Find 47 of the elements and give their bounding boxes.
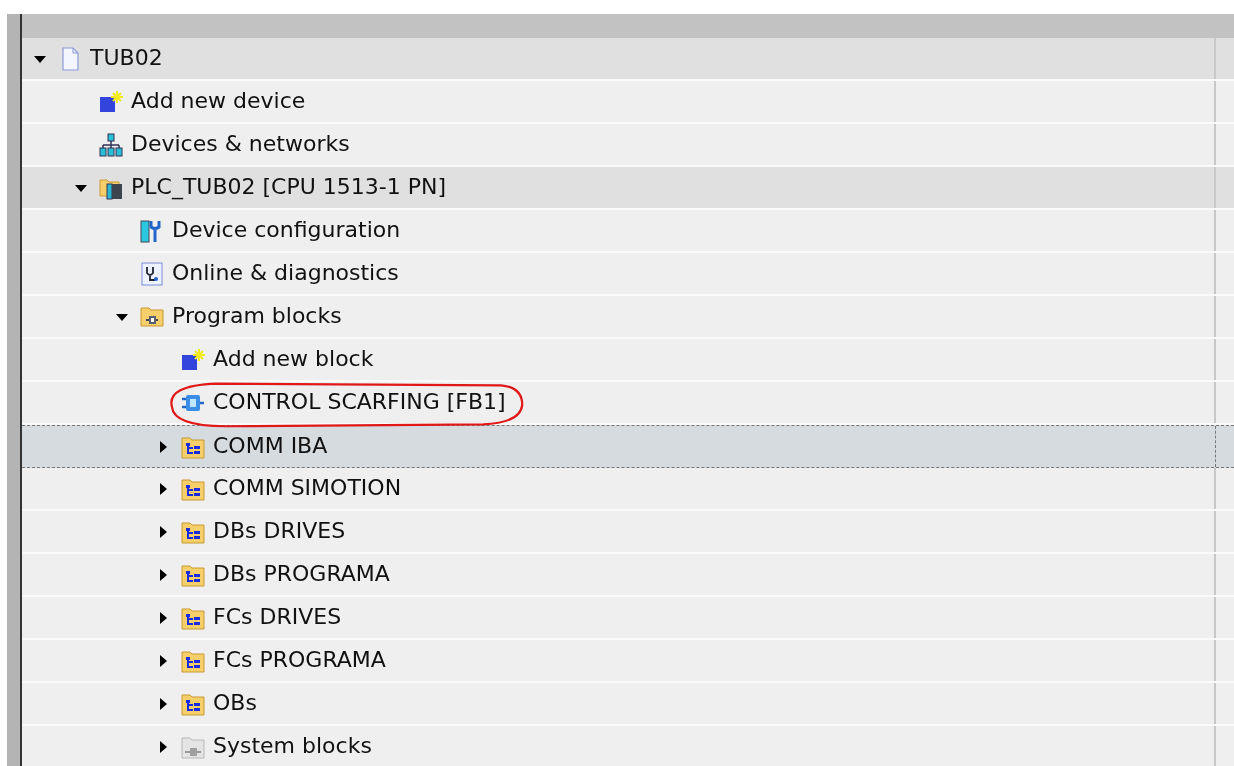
tree-row[interactable]: FCs PROGRAMA bbox=[22, 640, 1234, 683]
tree-item-label: FCs DRIVES bbox=[213, 605, 342, 630]
tree-item-label: PLC_TUB02 [CPU 1513-1 PN] bbox=[131, 175, 447, 200]
tree-item-label: OBs bbox=[213, 691, 257, 716]
folder-icon bbox=[181, 476, 205, 501]
tree-item-label: DBs DRIVES bbox=[213, 519, 346, 544]
tree-item-label: Online & diagnostics bbox=[172, 261, 399, 286]
tree-row[interactable]: Add new device bbox=[22, 81, 1234, 124]
folder-icon bbox=[181, 519, 205, 544]
network-icon bbox=[99, 132, 123, 157]
tree-row[interactable]: COMM SIMOTION bbox=[22, 468, 1234, 511]
tree-item-label: Program blocks bbox=[172, 304, 342, 329]
tree-row[interactable]: Online & diagnostics bbox=[22, 253, 1234, 296]
tree-item-label: Device configuration bbox=[172, 218, 401, 243]
tree-item-label: Add new device bbox=[131, 89, 306, 114]
tree-row[interactable]: Program blocks bbox=[22, 296, 1234, 339]
folder-icon bbox=[181, 605, 205, 630]
block-folder-icon bbox=[140, 304, 164, 329]
tree-row[interactable]: Devices & networks bbox=[22, 124, 1234, 167]
add-device-icon bbox=[99, 89, 123, 114]
tree-row[interactable]: Device configuration bbox=[22, 210, 1234, 253]
tree-row[interactable]: FCs DRIVES bbox=[22, 597, 1234, 640]
tree-row[interactable]: DBs DRIVES bbox=[22, 511, 1234, 554]
folder-icon bbox=[181, 734, 205, 759]
tree-row[interactable]: PLC_TUB02 [CPU 1513-1 PN] bbox=[22, 167, 1234, 210]
tree-item-label: DBs PROGRAMA bbox=[213, 562, 390, 587]
folder-icon bbox=[181, 691, 205, 716]
folder-icon bbox=[181, 562, 205, 587]
tree-row[interactable]: CONTROL SCARFING [FB1] bbox=[22, 382, 1234, 425]
tree-row[interactable]: Add new block bbox=[22, 339, 1234, 382]
selected-row[interactable]: COMM IBA bbox=[22, 425, 1234, 468]
folder-icon bbox=[181, 648, 205, 673]
tree-item-label: Add new block bbox=[213, 347, 374, 372]
tree-item-label: COMM SIMOTION bbox=[213, 476, 402, 501]
tree-item-label: FCs PROGRAMA bbox=[213, 648, 386, 673]
stethoscope-icon bbox=[140, 261, 164, 286]
tree-row[interactable]: DBs PROGRAMA bbox=[22, 554, 1234, 597]
tree-row[interactable]: TUB02 bbox=[22, 38, 1234, 81]
tree-row[interactable]: OBs bbox=[22, 683, 1234, 726]
tree-item-label: CONTROL SCARFING [FB1] bbox=[213, 390, 506, 415]
add-block-icon bbox=[181, 347, 205, 372]
device-config-icon bbox=[140, 218, 164, 243]
tree-item-label: COMM IBA bbox=[213, 434, 328, 459]
tree-item-label: System blocks bbox=[213, 734, 372, 759]
folder-icon bbox=[181, 434, 205, 459]
tree-item-label: Devices & networks bbox=[131, 132, 350, 157]
tree-item-label: TUB02 bbox=[90, 46, 163, 71]
